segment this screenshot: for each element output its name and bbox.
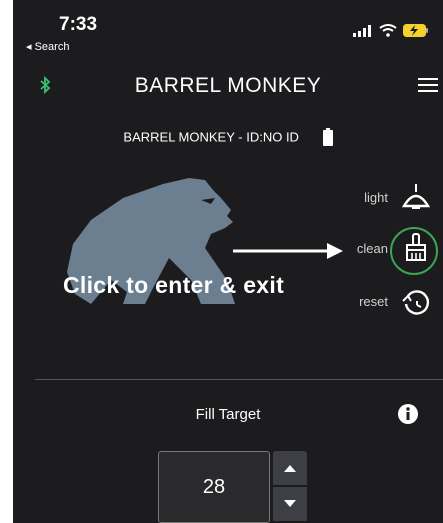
device-label: BARREL MONKEY - ID:NO ID bbox=[123, 129, 299, 145]
light-control[interactable]: light bbox=[326, 180, 436, 216]
light-icon[interactable] bbox=[400, 180, 432, 214]
reset-icon[interactable] bbox=[400, 284, 432, 318]
annotation-hint: Click to enter & exit bbox=[63, 272, 285, 298]
fill-target-label: Fill Target bbox=[195, 406, 261, 423]
arrow-right-icon bbox=[233, 243, 343, 259]
status-bar: 7:33 ◂ Search bbox=[13, 0, 443, 56]
menu-icon[interactable] bbox=[418, 78, 438, 92]
fill-target-value-box[interactable]: 28 bbox=[158, 451, 270, 523]
wifi-icon bbox=[379, 24, 397, 37]
fill-target-value: 28 bbox=[202, 476, 226, 498]
increment-button[interactable] bbox=[273, 451, 307, 485]
battery-charging-icon bbox=[403, 24, 428, 37]
chevron-down-icon bbox=[284, 500, 296, 507]
app-screen: 7:33 ◂ Search BARREL MONKEY BARREL MONKE… bbox=[13, 0, 443, 523]
back-to-search-link[interactable]: ◂ Search bbox=[26, 40, 69, 53]
device-info: BARREL MONKEY - ID:NO ID bbox=[13, 128, 443, 152]
app-title: BARREL MONKEY bbox=[134, 74, 322, 97]
status-time: 7:33 bbox=[59, 14, 98, 35]
battery-icon bbox=[322, 128, 333, 146]
fill-target-stepper: 28 bbox=[158, 451, 311, 523]
section-divider bbox=[35, 379, 443, 380]
info-icon[interactable] bbox=[397, 403, 419, 425]
clean-label: clean bbox=[356, 241, 388, 256]
clean-highlight-ring bbox=[390, 227, 438, 275]
status-icons bbox=[353, 24, 429, 37]
reset-control[interactable]: reset bbox=[326, 284, 436, 320]
signal-icon bbox=[353, 24, 371, 37]
reset-label: reset bbox=[359, 294, 388, 309]
decrement-button[interactable] bbox=[273, 487, 307, 521]
chevron-up-icon bbox=[284, 465, 296, 472]
fill-target-row: Fill Target bbox=[13, 400, 443, 430]
app-header: BARREL MONKEY bbox=[13, 60, 443, 110]
light-label: light bbox=[364, 190, 388, 205]
